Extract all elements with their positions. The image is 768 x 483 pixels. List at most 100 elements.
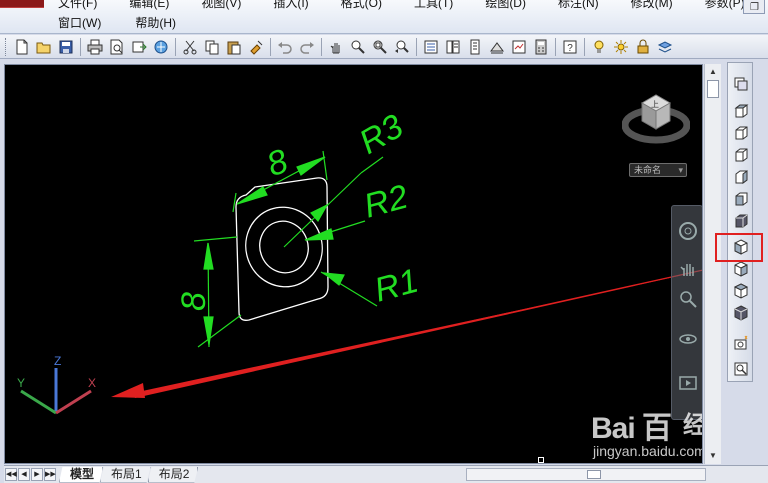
pan-button[interactable]: [326, 37, 347, 57]
ne-iso-view-button[interactable]: [730, 281, 751, 301]
menu-file[interactable]: 文件(F): [54, 0, 101, 12]
tab-prev-button[interactable]: ◀: [18, 468, 30, 481]
right-view-button[interactable]: [730, 167, 751, 187]
markup-button[interactable]: [509, 37, 530, 57]
left-view-button[interactable]: [730, 145, 751, 165]
menu-edit[interactable]: 编辑(E): [125, 0, 173, 12]
menu-window[interactable]: 窗口(W): [54, 15, 105, 32]
menu-help[interactable]: 帮助(H): [131, 15, 180, 32]
help-button[interactable]: ?: [560, 37, 581, 57]
named-views-button[interactable]: [730, 73, 751, 93]
menu-dimension[interactable]: 标注(N): [554, 0, 603, 12]
zoom-window-button[interactable]: [370, 37, 391, 57]
front-view-button[interactable]: [730, 189, 751, 209]
zoom-nav-button[interactable]: [676, 288, 700, 310]
tab-layout2[interactable]: 布局2: [147, 466, 199, 483]
se-iso-view-button[interactable]: [730, 259, 751, 279]
new-button[interactable]: [12, 37, 33, 57]
copy-icon: [205, 40, 219, 54]
properties-button[interactable]: [421, 37, 442, 57]
zoom-camera-button[interactable]: [730, 359, 751, 379]
redo-button[interactable]: [297, 37, 318, 57]
new-icon: [16, 39, 28, 54]
menu-modify[interactable]: 修改(M): [627, 0, 677, 12]
print-icon: [87, 39, 103, 54]
app-logo[interactable]: [0, 0, 44, 8]
ucs-icon: Z Y X: [17, 354, 96, 415]
layer-button[interactable]: [655, 37, 676, 57]
showmotion-button[interactable]: [676, 372, 700, 394]
drawing-svg: 8 8 R3 R2 R1 Z Y X: [17, 107, 702, 415]
paste-button[interactable]: [224, 37, 245, 57]
toolbar-grip[interactable]: [5, 37, 8, 56]
scroll-down-arrow[interactable]: ▼: [707, 450, 719, 462]
new-camera-button[interactable]: [730, 333, 751, 353]
open-button[interactable]: [34, 37, 55, 57]
layer-icon: [657, 40, 673, 53]
sheet-set-button[interactable]: [487, 37, 508, 57]
horizontal-scroll-thumb[interactable]: [587, 470, 601, 479]
drawing-canvas[interactable]: 8 8 R3 R2 R1 Z Y X 上 未命名 ▾ Bai 百 jingyan…: [4, 64, 703, 464]
toolbar-separator: [584, 37, 585, 56]
restore-button[interactable]: ❐: [743, 0, 765, 14]
menu-row-primary: 文件(F) 编辑(E) 视图(V) 插入(I) 格式(O) 工具(T) 绘图(D…: [54, 0, 768, 12]
zoom-realtime-button[interactable]: [348, 37, 369, 57]
print-button[interactable]: [85, 37, 106, 57]
zoom-previous-button[interactable]: [392, 37, 413, 57]
zoom-nav-icon: [680, 291, 697, 308]
lock-button[interactable]: [633, 37, 654, 57]
scroll-up-arrow[interactable]: ▲: [707, 66, 719, 78]
wcs-dropdown[interactable]: 未命名: [629, 163, 687, 177]
viewcube[interactable]: 上: [622, 85, 690, 145]
menu-tools[interactable]: 工具(T): [410, 0, 457, 12]
toolbar-separator: [270, 37, 271, 56]
selection-grip[interactable]: [538, 457, 544, 463]
orbit-nav-button[interactable]: [676, 328, 700, 350]
print-preview-button[interactable]: [107, 37, 128, 57]
menu-draw[interactable]: 绘图(D): [481, 0, 530, 12]
top-view-button[interactable]: [730, 101, 751, 121]
save-button[interactable]: [56, 37, 77, 57]
tab-next-button[interactable]: ▶: [31, 468, 43, 481]
back-view-icon: [735, 214, 747, 228]
bottom-view-button[interactable]: [730, 123, 751, 143]
undo-button[interactable]: [275, 37, 296, 57]
navigation-bar: [671, 205, 702, 420]
sun-button[interactable]: [611, 37, 632, 57]
tab-first-button[interactable]: ◀◀: [5, 468, 17, 481]
menu-parametric[interactable]: 参数(P): [701, 0, 749, 12]
pan-nav-button[interactable]: [676, 258, 700, 280]
nw-iso-view-button[interactable]: [730, 303, 751, 323]
menu-insert[interactable]: 插入(I): [269, 0, 312, 12]
design-center-button[interactable]: [443, 37, 464, 57]
publish-button[interactable]: [129, 37, 150, 57]
vertical-scrollbar[interactable]: ▲ ▼: [704, 64, 721, 464]
copy-button[interactable]: [202, 37, 223, 57]
design-center-icon: [446, 40, 460, 53]
light-button[interactable]: [589, 37, 610, 57]
properties-icon: [424, 40, 438, 53]
named-views-icon: [734, 77, 747, 91]
plot-3d-button[interactable]: [151, 37, 172, 57]
highlighted-view-button-box: [715, 233, 763, 262]
print-preview-icon: [110, 39, 123, 54]
label-r1: R1: [371, 262, 423, 310]
zoom-window-icon: [373, 40, 387, 54]
menu-view[interactable]: 视图(V): [197, 0, 245, 12]
tab-model[interactable]: 模型: [59, 466, 104, 483]
pan-nav-icon: [680, 264, 694, 276]
back-view-button[interactable]: [730, 211, 751, 231]
steeringwheel-button[interactable]: [676, 220, 700, 242]
menu-format[interactable]: 格式(O): [337, 0, 386, 12]
steeringwheel-icon: [679, 222, 697, 240]
tab-layout1[interactable]: 布局1: [100, 466, 151, 483]
redo-icon: [300, 41, 314, 54]
cut-button[interactable]: [180, 37, 201, 57]
vertical-scroll-thumb[interactable]: [707, 80, 719, 98]
match-properties-button[interactable]: [246, 37, 267, 57]
svg-text:?: ?: [567, 43, 573, 54]
quickcalc-button[interactable]: [531, 37, 552, 57]
horizontal-scrollbar[interactable]: [466, 468, 706, 481]
tab-last-button[interactable]: ▶▶: [44, 468, 56, 481]
tool-palettes-button[interactable]: [465, 37, 486, 57]
